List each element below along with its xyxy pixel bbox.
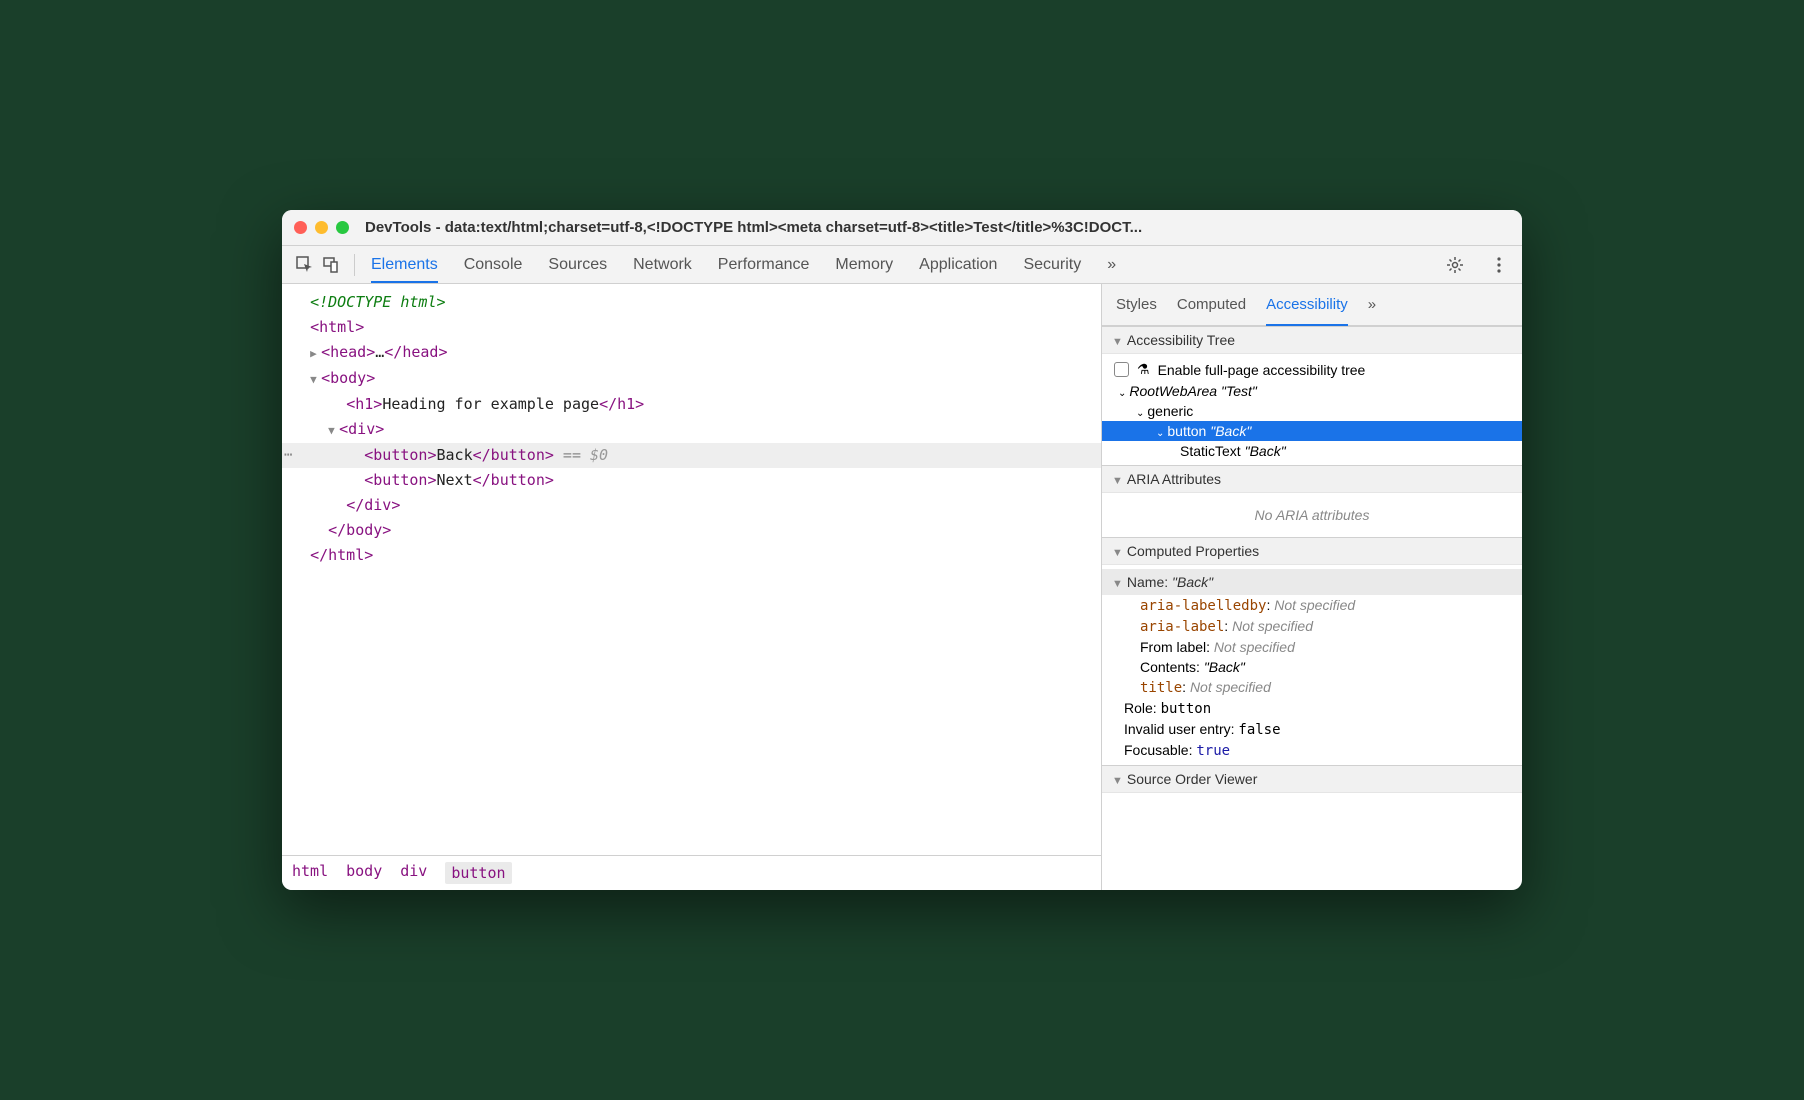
dom-line[interactable]: <button>Next</button> bbox=[282, 468, 1101, 493]
prop-title: title: Not specified bbox=[1102, 677, 1522, 698]
no-aria-text: No ARIA attributes bbox=[1102, 497, 1522, 533]
tab-memory[interactable]: Memory bbox=[835, 248, 893, 282]
side-tabs-overflow-icon[interactable]: » bbox=[1368, 292, 1376, 317]
enable-full-tree-row[interactable]: ⚗ Enable full-page accessibility tree bbox=[1102, 358, 1522, 381]
dom-line[interactable]: <h1>Heading for example page</h1> bbox=[282, 392, 1101, 417]
prop-focusable: Focusable: true bbox=[1102, 740, 1522, 761]
dom-line[interactable]: </div> bbox=[282, 493, 1101, 518]
traffic-lights bbox=[294, 221, 349, 234]
dom-line[interactable]: <!DOCTYPE html> bbox=[282, 290, 1101, 315]
breadcrumb-body[interactable]: body bbox=[346, 862, 382, 884]
prop-from-label: From label: Not specified bbox=[1102, 637, 1522, 657]
prop-role: Role: button bbox=[1102, 698, 1522, 719]
tab-security[interactable]: Security bbox=[1023, 248, 1081, 282]
prop-aria-labelledby: aria-labelledby: Not specified bbox=[1102, 595, 1522, 616]
close-window-icon[interactable] bbox=[294, 221, 307, 234]
window-title: DevTools - data:text/html;charset=utf-8,… bbox=[365, 219, 1510, 236]
dom-panel: <!DOCTYPE html> <html> ▶<head>…</head> ▼… bbox=[282, 284, 1102, 890]
dom-line[interactable]: ▼<div> bbox=[282, 417, 1101, 443]
dom-tree[interactable]: <!DOCTYPE html> <html> ▶<head>…</head> ▼… bbox=[282, 284, 1101, 855]
dom-line-selected[interactable]: <button>Back</button> == $0 bbox=[282, 443, 1101, 468]
prop-contents: Contents: "Back" bbox=[1102, 657, 1522, 677]
dom-line[interactable]: <html> bbox=[282, 315, 1101, 340]
toolbar-divider bbox=[354, 254, 355, 276]
breadcrumb-html[interactable]: html bbox=[292, 862, 328, 884]
breadcrumbs: html body div button bbox=[282, 855, 1101, 890]
maximize-window-icon[interactable] bbox=[336, 221, 349, 234]
minimize-window-icon[interactable] bbox=[315, 221, 328, 234]
dom-line[interactable]: </html> bbox=[282, 543, 1101, 568]
side-tabs: Styles Computed Accessibility » bbox=[1102, 284, 1522, 326]
tab-elements[interactable]: Elements bbox=[371, 248, 438, 282]
side-panel: Styles Computed Accessibility » ▼Accessi… bbox=[1102, 284, 1522, 890]
dom-line[interactable]: </body> bbox=[282, 518, 1101, 543]
tab-network[interactable]: Network bbox=[633, 248, 692, 282]
dom-line[interactable]: ▶<head>…</head> bbox=[282, 340, 1101, 366]
tab-sources[interactable]: Sources bbox=[548, 248, 607, 282]
content-area: <!DOCTYPE html> <html> ▶<head>…</head> ▼… bbox=[282, 284, 1522, 890]
tree-static-text[interactable]: StaticText "Back" bbox=[1102, 441, 1522, 461]
main-tabs: Elements Console Sources Network Perform… bbox=[365, 248, 1442, 282]
tab-performance[interactable]: Performance bbox=[718, 248, 810, 282]
settings-icon[interactable] bbox=[1442, 252, 1468, 278]
computed-properties-header[interactable]: ▼Computed Properties bbox=[1102, 537, 1522, 565]
enable-full-tree-label: Enable full-page accessibility tree bbox=[1158, 362, 1366, 378]
tab-application[interactable]: Application bbox=[919, 248, 997, 282]
side-tab-accessibility[interactable]: Accessibility bbox=[1266, 292, 1348, 317]
side-tab-computed[interactable]: Computed bbox=[1177, 292, 1246, 317]
name-row-header[interactable]: ▼Name: "Back" bbox=[1102, 569, 1522, 595]
device-toggle-icon[interactable] bbox=[318, 252, 344, 278]
enable-full-tree-checkbox[interactable] bbox=[1114, 362, 1129, 377]
tree-root[interactable]: ⌄RootWebArea "Test" bbox=[1102, 381, 1522, 401]
tree-button-selected[interactable]: ⌄button "Back" bbox=[1102, 421, 1522, 441]
more-menu-icon[interactable] bbox=[1486, 252, 1512, 278]
tab-console[interactable]: Console bbox=[464, 248, 523, 282]
flask-icon: ⚗ bbox=[1137, 361, 1150, 378]
source-order-viewer-header[interactable]: ▼Source Order Viewer bbox=[1102, 765, 1522, 793]
prop-invalid: Invalid user entry: false bbox=[1102, 719, 1522, 740]
breadcrumb-div[interactable]: div bbox=[400, 862, 427, 884]
aria-attributes-header[interactable]: ▼ARIA Attributes bbox=[1102, 465, 1522, 493]
titlebar: DevTools - data:text/html;charset=utf-8,… bbox=[282, 210, 1522, 246]
tabs-overflow-icon[interactable]: » bbox=[1107, 248, 1116, 282]
dom-line[interactable]: ▼<body> bbox=[282, 366, 1101, 392]
inspect-element-icon[interactable] bbox=[292, 252, 318, 278]
tree-generic[interactable]: ⌄generic bbox=[1102, 401, 1522, 421]
prop-aria-label: aria-label: Not specified bbox=[1102, 616, 1522, 637]
main-toolbar: Elements Console Sources Network Perform… bbox=[282, 246, 1522, 284]
breadcrumb-button[interactable]: button bbox=[445, 862, 511, 884]
devtools-window: DevTools - data:text/html;charset=utf-8,… bbox=[282, 210, 1522, 890]
accessibility-tree-header[interactable]: ▼Accessibility Tree bbox=[1102, 326, 1522, 354]
side-tab-styles[interactable]: Styles bbox=[1116, 292, 1157, 317]
